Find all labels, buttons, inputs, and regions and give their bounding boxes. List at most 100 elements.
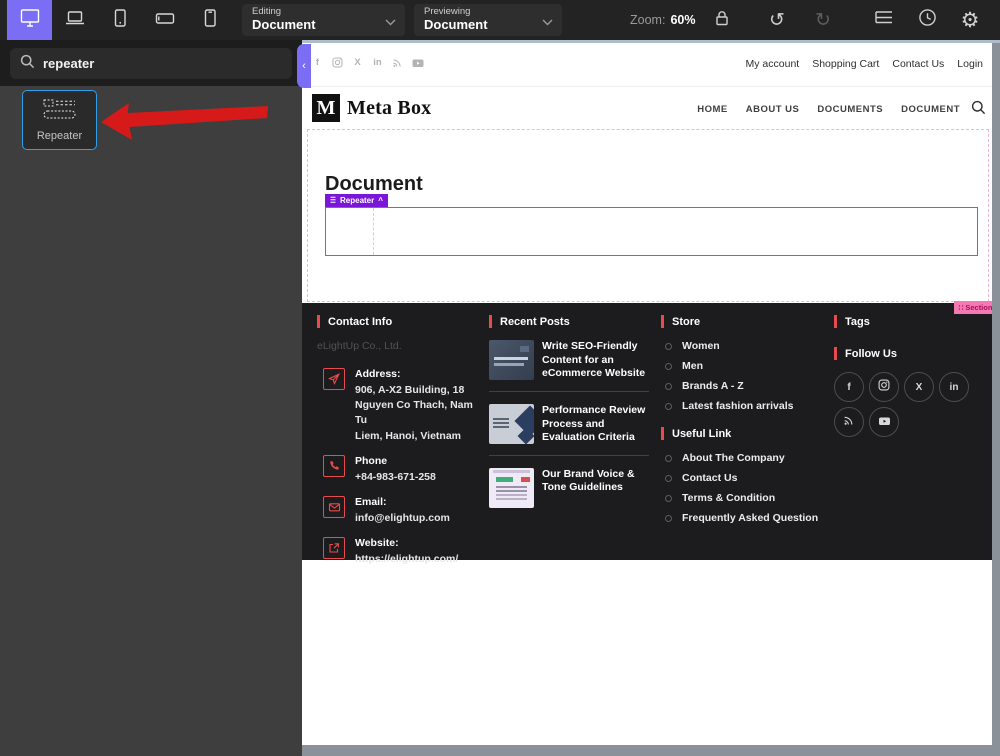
facebook-icon: f [847, 382, 850, 393]
phone-landscape-icon [154, 8, 176, 33]
circle-bullet [665, 363, 672, 370]
sidebar-collapse-tab[interactable]: ‹ [297, 44, 311, 88]
linkedin-circle-button[interactable]: in [939, 372, 969, 402]
instagram-icon[interactable] [332, 57, 343, 68]
repeater-component-tile[interactable]: Repeater [22, 90, 97, 150]
top-toolbar: Editing Document Previewing Document Zoo… [0, 0, 1000, 40]
device-tablet-button[interactable] [97, 0, 142, 40]
site-logo[interactable]: M Meta Box [312, 94, 431, 122]
previewing-dropdown[interactable]: Previewing Document [414, 4, 562, 36]
site-footer: ∷ Section Contact Info eLightUp Co., Ltd… [302, 303, 992, 560]
header-search-button[interactable] [971, 100, 986, 120]
instagram-circle-button[interactable] [869, 372, 899, 402]
nav-about-us[interactable]: ABOUT US [746, 104, 800, 115]
components-sidebar: Repeater [0, 40, 302, 756]
store-link[interactable]: Brands A - Z [661, 380, 829, 392]
linkedin-icon: in [950, 382, 959, 393]
structure-panel-button[interactable] [864, 0, 904, 40]
linkedin-icon[interactable]: in [372, 57, 383, 68]
topbar-social-icons: f X in [312, 57, 424, 68]
tags-title: Tags [834, 315, 986, 328]
recent-posts-title: Recent Posts [489, 315, 652, 328]
youtube-icon [878, 413, 891, 431]
contact-item-phone: Phone +84-983-671-258 [317, 455, 487, 485]
repeater-tile-label: Repeater [37, 130, 82, 142]
nav-home[interactable]: HOME [697, 104, 728, 115]
recent-post[interactable]: Write SEO-Friendly Content for an eComme… [489, 340, 652, 381]
post-divider [489, 391, 649, 392]
selected-element-tab[interactable]: Repeater ^ [325, 194, 388, 207]
repeater-element[interactable] [325, 207, 978, 256]
editing-value: Document [252, 18, 395, 33]
useful-link-title: Useful Link [661, 427, 829, 440]
x-twitter-icon: X [916, 382, 923, 393]
facebook-circle-button[interactable]: f [834, 372, 864, 402]
rss-circle-button[interactable] [834, 407, 864, 437]
useful-link[interactable]: Contact Us [661, 472, 829, 484]
selected-element-label: Repeater [340, 196, 374, 205]
topbar-link-contact-us[interactable]: Contact Us [892, 58, 944, 70]
youtube-circle-button[interactable] [869, 407, 899, 437]
drag-handle-icon: ∷ [959, 303, 964, 312]
rss-icon[interactable] [392, 57, 403, 68]
undo-button[interactable]: ↺ [757, 0, 797, 40]
recent-post[interactable]: Performance Review Process and Evaluatio… [489, 404, 652, 445]
circle-bullet [665, 495, 672, 502]
history-button[interactable] [907, 0, 947, 40]
chevron-up-icon: ^ [378, 196, 383, 205]
recent-post[interactable]: Our Brand Voice & Tone Guidelines [489, 468, 652, 508]
site-topbar: f X in My account Shopping Cart Contact … [302, 43, 992, 87]
settings-button[interactable]: ⚙ [950, 0, 990, 40]
circle-bullet [665, 475, 672, 482]
document-section: Document Repeater ^ [302, 129, 992, 303]
topbar-link-my-account[interactable]: My account [746, 58, 800, 70]
nav-document[interactable]: DOCUMENT [901, 104, 960, 115]
store-link[interactable]: Men [661, 360, 829, 372]
x-twitter-circle-button[interactable]: X [904, 372, 934, 402]
nav-documents[interactable]: DOCUMENTS [817, 104, 883, 115]
accent-bar [661, 427, 664, 440]
previewing-value: Document [424, 18, 552, 33]
clock-icon [918, 8, 937, 32]
circle-bullet [665, 343, 672, 350]
page-title: Document [325, 173, 423, 196]
device-phone-portrait-button[interactable] [187, 0, 232, 40]
device-desktop-button[interactable] [7, 0, 52, 40]
editing-dropdown[interactable]: Editing Document [242, 4, 405, 36]
follow-us-title: Follow Us [834, 347, 986, 360]
post-divider [489, 455, 649, 456]
undo-icon: ↺ [769, 11, 785, 30]
preview-canvas: ‹ f X in My account Shopping Cart Contac… [302, 40, 1000, 756]
footer-store-column: Store Women Men Brands A - Z Latest fash… [661, 315, 829, 532]
app-window: Editing Document Previewing Document Zoo… [0, 0, 1000, 756]
useful-link[interactable]: Terms & Condition [661, 492, 829, 504]
lock-icon [712, 9, 731, 32]
section-tag[interactable]: ∷ Section [954, 301, 992, 314]
phone-icon [323, 455, 345, 477]
circle-bullet [665, 403, 672, 410]
envelope-icon [323, 496, 345, 518]
search-icon [20, 54, 35, 74]
store-link[interactable]: Women [661, 340, 829, 352]
device-switcher [7, 0, 232, 40]
store-link[interactable]: Latest fashion arrivals [661, 400, 829, 412]
redo-button[interactable]: ↻ [803, 0, 843, 40]
component-search[interactable] [10, 48, 292, 79]
list-icon [330, 196, 336, 206]
post-thumbnail [489, 468, 534, 508]
repeater-icon [43, 99, 77, 124]
topbar-link-login[interactable]: Login [957, 58, 983, 70]
device-laptop-button[interactable] [52, 0, 97, 40]
facebook-icon[interactable]: f [312, 57, 323, 68]
rss-icon [843, 413, 855, 431]
topbar-link-shopping-cart[interactable]: Shopping Cart [812, 58, 879, 70]
device-phone-landscape-button[interactable] [142, 0, 187, 40]
x-twitter-icon[interactable]: X [352, 57, 363, 68]
site-preview: f X in My account Shopping Cart Contact … [302, 43, 992, 745]
youtube-icon[interactable] [412, 58, 424, 68]
useful-link[interactable]: Frequently Asked Question [661, 512, 829, 524]
company-name: eLightUp Co., Ltd. [317, 340, 487, 352]
lock-button[interactable] [701, 0, 741, 40]
search-input[interactable] [43, 56, 282, 71]
useful-link[interactable]: About The Company [661, 452, 829, 464]
